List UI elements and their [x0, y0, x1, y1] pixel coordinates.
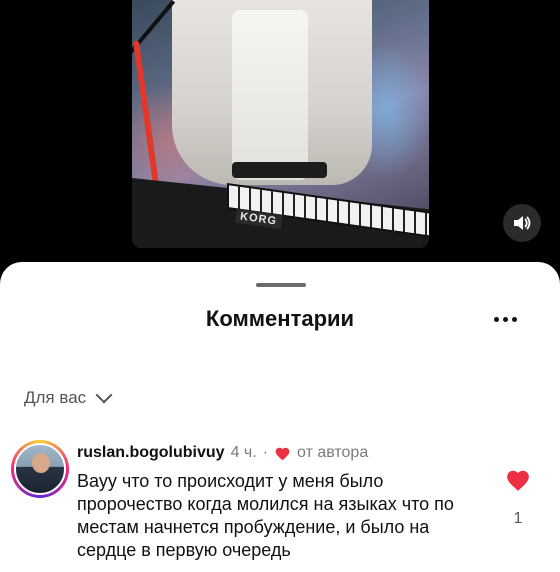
more-options-button[interactable] — [488, 306, 522, 332]
heart-icon[interactable] — [505, 468, 531, 492]
meta-separator: · — [262, 444, 269, 461]
comment-username[interactable]: ruslan.bogolubivuy — [77, 444, 225, 462]
filter-label: Для вас — [24, 388, 87, 407]
video-area[interactable]: KORG — [0, 0, 560, 262]
avatar-story-ring[interactable] — [11, 440, 69, 498]
volume-icon — [514, 216, 531, 230]
drag-handle[interactable] — [256, 283, 306, 287]
sort-filter[interactable]: Для вас — [24, 386, 113, 408]
like-count: 1 — [513, 510, 523, 527]
author-tag: от автора — [297, 444, 369, 461]
volume-button[interactable] — [503, 204, 541, 242]
comments-sheet: Комментарии Для вас ruslan.bogolubivuy 4… — [0, 262, 560, 572]
comment-meta: ruslan.bogolubivuy 4 ч. · от автора — [77, 444, 368, 462]
comment-time: 4 ч. — [230, 444, 257, 461]
video-frame[interactable]: KORG — [132, 0, 429, 248]
author-heart-icon — [275, 447, 290, 460]
comment-text: Вауу что то происходит у меня было проро… — [77, 471, 454, 560]
more-dots-icon — [493, 316, 499, 322]
chevron-down-icon — [95, 386, 113, 404]
sheet-title: Комментарии — [205, 306, 355, 331]
performer-belt — [232, 162, 327, 178]
performer-shirt — [232, 10, 308, 180]
avatar-face — [32, 453, 50, 473]
avatar[interactable] — [14, 443, 66, 495]
